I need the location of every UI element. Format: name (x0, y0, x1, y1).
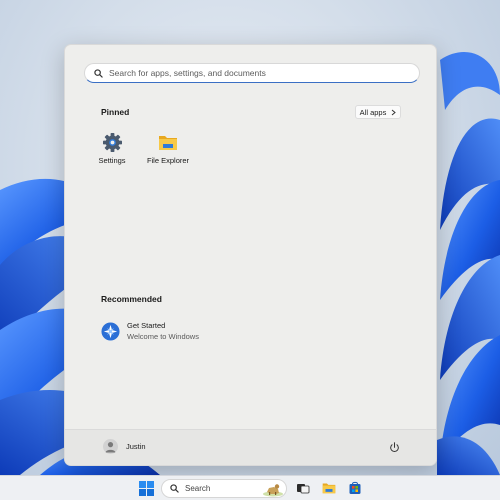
gear-icon (102, 133, 122, 152)
folder-icon (322, 483, 336, 494)
windows-logo-icon (139, 481, 154, 496)
taskbar-store-button[interactable] (348, 481, 362, 495)
folder-icon (159, 136, 177, 150)
all-apps-button[interactable]: All apps (355, 105, 401, 119)
search-highlight-icon (263, 484, 283, 497)
pinned-app-file-explorer[interactable]: File Explorer (143, 133, 193, 173)
taskbar: Search (0, 475, 500, 500)
recommended-item-get-started[interactable]: Get Started Welcome to Windows (101, 319, 261, 343)
pinned-section-title: Pinned (101, 107, 130, 117)
chevron-right-icon (392, 109, 397, 115)
taskbar-task-view-button[interactable] (296, 481, 310, 495)
get-started-icon (101, 321, 120, 341)
start-menu: Pinned All apps (64, 44, 437, 466)
user-name: Justin (126, 442, 146, 451)
avatar (103, 439, 118, 454)
power-button[interactable] (387, 440, 401, 454)
task-view-icon (297, 484, 310, 494)
taskbar-search-box[interactable]: Search (161, 479, 287, 498)
user-account-button[interactable]: Justin (103, 439, 146, 454)
user-icon (105, 442, 116, 453)
recommended-section-title: Recommended (101, 294, 162, 304)
recommended-item-subtitle: Welcome to Windows (127, 332, 199, 341)
store-icon (349, 481, 361, 494)
pinned-app-label: Settings (98, 156, 126, 165)
search-icon (94, 68, 103, 78)
start-menu-footer: Justin (65, 429, 436, 465)
pinned-app-settings[interactable]: Settings (87, 133, 137, 173)
start-search-input[interactable] (109, 68, 399, 78)
search-icon (170, 484, 179, 493)
pinned-app-label: File Explorer (146, 156, 190, 165)
start-search-box[interactable] (84, 63, 420, 83)
taskbar-search-label: Search (185, 484, 211, 493)
all-apps-label: All apps (359, 107, 387, 117)
start-button[interactable] (139, 481, 154, 496)
recommended-item-title: Get Started (127, 321, 166, 330)
taskbar-file-explorer-button[interactable] (322, 481, 336, 495)
power-icon (389, 441, 399, 452)
